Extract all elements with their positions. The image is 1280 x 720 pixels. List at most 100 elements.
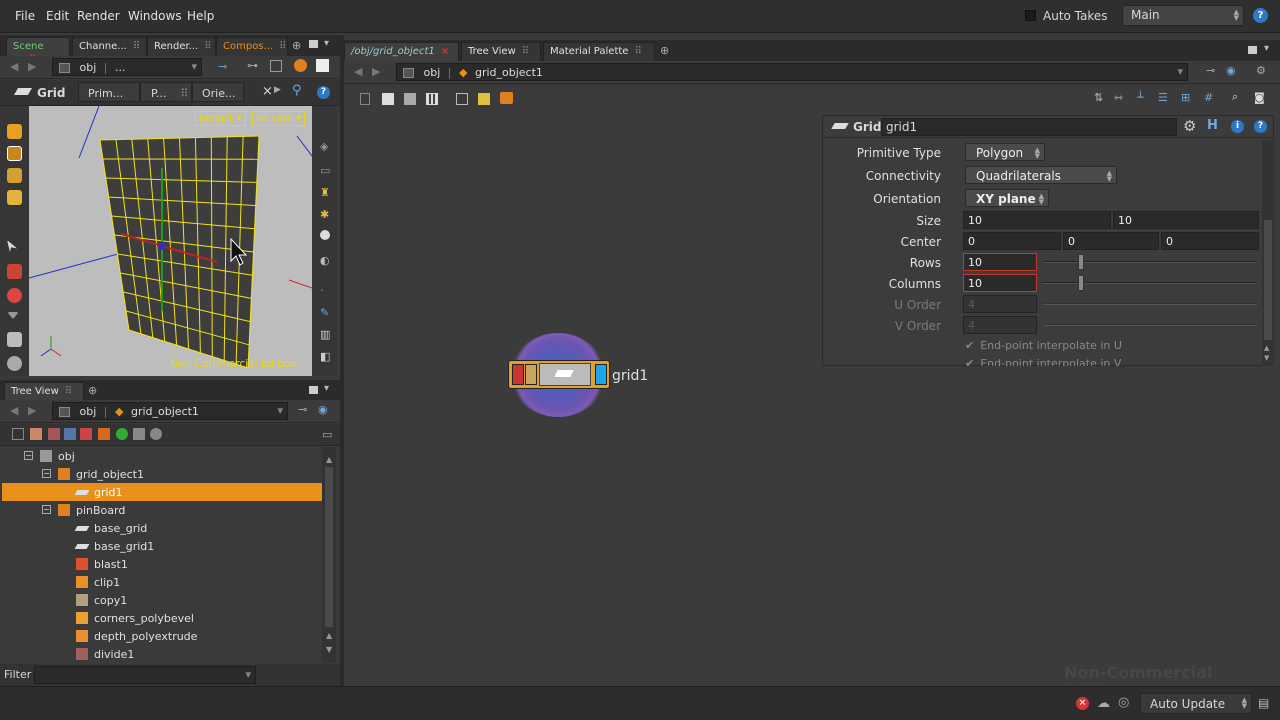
link-icon[interactable]: ◉	[318, 403, 328, 416]
grid1-node[interactable]	[508, 360, 610, 389]
panel-menu-icon[interactable]: ▾	[1264, 43, 1269, 54]
filter-input[interactable]: ▾	[34, 666, 256, 684]
scroll-up-icon[interactable]: ▲	[326, 455, 332, 464]
tree-row[interactable]: depth_polyextrude	[2, 627, 322, 645]
layout-vertical-icon[interactable]: ⇅	[1094, 91, 1103, 104]
path-field[interactable]: obj | ... ▾	[52, 58, 202, 76]
list-icon[interactable]	[360, 93, 370, 105]
primitive-type-menu[interactable]: Polygon ▲ ▼	[965, 143, 1045, 161]
columns-slider-knob[interactable]	[1078, 275, 1084, 291]
tab-channels[interactable]: Channe... ⠿	[72, 37, 147, 57]
back-icon[interactable]: ◀	[10, 60, 18, 73]
filter-rop-icon[interactable]	[150, 428, 162, 440]
path-extra[interactable]: ...	[115, 61, 126, 74]
tab-material-palette[interactable]: Material Palette ⠿	[543, 42, 655, 62]
rows-slider[interactable]	[1043, 261, 1257, 263]
panel-options-icon[interactable]: ▭	[322, 428, 332, 441]
tree-layout-icon[interactable]: ┴	[1137, 91, 1144, 104]
cam-menu[interactable]: no cam ▾	[252, 111, 306, 126]
filter-chop-icon[interactable]	[116, 428, 128, 440]
maximize-icon[interactable]	[309, 386, 318, 394]
pointer-tool-icon[interactable]	[7, 240, 17, 252]
rows-slider-knob[interactable]	[1078, 254, 1084, 270]
close-icon[interactable]: ×	[262, 84, 273, 99]
lock-flag[interactable]	[525, 364, 537, 385]
camera-icon[interactable]: ◙	[1254, 91, 1265, 104]
auto-update-menu[interactable]: Auto Update ▲ ▼	[1140, 693, 1252, 714]
tree-row[interactable]: divide1	[2, 645, 322, 663]
back-icon[interactable]: ◀	[354, 65, 362, 78]
center-x-field[interactable]: 0	[963, 232, 1061, 250]
tool-tab-primitive[interactable]: Prim...	[78, 82, 140, 102]
tab-render[interactable]: Render... ⠿	[147, 37, 216, 57]
endpoint-v-toggle[interactable]: ✔ End-point interpolate in V	[965, 357, 1121, 366]
chevron-down-icon[interactable]: ▾	[245, 668, 251, 681]
scroll-thumb[interactable]	[325, 467, 333, 627]
scroll-down-icon[interactable]: ▼	[326, 645, 332, 654]
info-icon[interactable]: i	[1231, 120, 1244, 133]
bypass-flag[interactable]	[512, 364, 524, 385]
scene-viewport[interactable]: persp1 ▾ no cam ▾ Non-Commercial Edition	[29, 106, 312, 376]
panel-menu-icon[interactable]: ▾	[324, 383, 329, 394]
display-options-icon[interactable]: ▤	[1258, 696, 1269, 710]
snap-dot-icon[interactable]: ·	[320, 284, 324, 297]
path-root[interactable]: obj	[80, 61, 97, 74]
scroll-up-icon[interactable]: ▲	[326, 631, 332, 640]
tab-composite[interactable]: Compos... ⠿	[216, 37, 288, 57]
help-icon[interactable]: ?	[317, 86, 330, 99]
param-scrollbar[interactable]: ▲ ▼	[1262, 140, 1274, 366]
auto-takes-toggle[interactable]: Auto Takes	[1025, 9, 1108, 23]
pin-icon[interactable]: ⊸	[298, 403, 307, 416]
sphere-icon[interactable]	[320, 230, 330, 240]
columns-field[interactable]: 10	[963, 274, 1037, 292]
path-root[interactable]: obj	[80, 405, 97, 418]
pin-icon[interactable]: ⊸	[218, 60, 227, 73]
orientation-menu[interactable]: XY plane ▲ ▼	[965, 189, 1049, 207]
maximize-icon[interactable]	[1248, 46, 1257, 54]
notes-icon[interactable]	[382, 93, 394, 105]
close-icon[interactable]: ×	[441, 46, 449, 57]
shader-ball-icon[interactable]	[294, 59, 307, 72]
param-scroll-thumb[interactable]	[1264, 220, 1272, 340]
path-node[interactable]: grid_object1	[131, 405, 199, 418]
handle-tool-icon[interactable]	[7, 146, 22, 161]
path-root[interactable]: obj	[424, 66, 441, 79]
light-icon[interactable]: ♜	[320, 186, 330, 199]
tab-tree-view[interactable]: Tree View ⠿	[4, 382, 84, 402]
scroll-down-icon[interactable]: ▼	[1264, 354, 1269, 362]
size-y-field[interactable]: 10	[1113, 211, 1259, 229]
render-tool-icon[interactable]	[7, 356, 22, 371]
frame-icon[interactable]: ▭	[320, 164, 330, 177]
network-path-field[interactable]: obj | ◆ grid_object1 ▾	[396, 63, 1188, 81]
camera-tool-icon[interactable]	[7, 264, 22, 279]
snap-icon[interactable]: ⚲	[292, 83, 302, 98]
path-node[interactable]: grid_object1	[475, 66, 543, 79]
tool-tab-p[interactable]: P... ⠿	[140, 82, 192, 102]
link-icon[interactable]: ◉	[1226, 64, 1236, 77]
panel-menu-icon[interactable]: ▾	[324, 38, 329, 49]
menu-windows[interactable]: Windows	[128, 9, 182, 23]
node-name-field[interactable]: grid1	[881, 118, 1177, 136]
tool-tab-grid[interactable]: Grid	[37, 86, 65, 100]
view-tool-icon[interactable]	[7, 288, 22, 303]
node-body[interactable]	[539, 363, 591, 386]
grid-snap-icon[interactable]: ⊞	[1181, 91, 1190, 104]
tree-row[interactable]: − obj	[2, 447, 322, 465]
add-tab-icon[interactable]: ⊕	[660, 44, 669, 57]
display-flag[interactable]	[595, 364, 607, 385]
layout-horizontal-icon[interactable]: ⇿	[1114, 91, 1123, 104]
tool-tab-orientation[interactable]: Orie...	[192, 82, 244, 102]
tab-tree-view-2[interactable]: Tree View ⠿	[461, 42, 541, 62]
tree-row[interactable]: clip1	[2, 573, 322, 591]
transform-tool-icon[interactable]	[7, 168, 22, 183]
tree-path-field[interactable]: obj | ◆ grid_object1 ▾	[52, 402, 288, 420]
forward-icon[interactable]: ▶	[28, 404, 36, 417]
help-icon[interactable]: ?	[1254, 120, 1267, 133]
tree-row[interactable]: corners_polybevel	[2, 609, 322, 627]
connectivity-menu[interactable]: Quadrilaterals ▲ ▼	[965, 166, 1117, 184]
menu-edit[interactable]: Edit	[46, 9, 69, 23]
layout-icon[interactable]	[456, 93, 468, 105]
menu-help[interactable]: Help	[187, 9, 214, 23]
filter-vop-icon[interactable]	[80, 428, 92, 440]
filter-pop-icon[interactable]	[64, 428, 76, 440]
